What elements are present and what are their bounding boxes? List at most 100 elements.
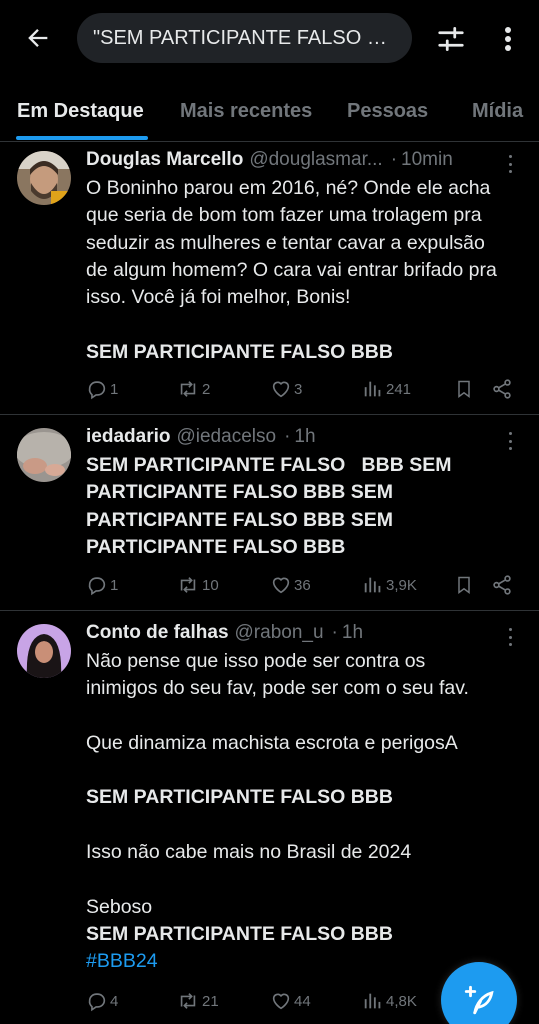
tweet-line: SEM PARTICIPANTE FALSO BBB SEM (86, 454, 452, 476)
like-button[interactable]: 36 (270, 571, 311, 599)
separator-dot: · (284, 426, 291, 447)
share-icon[interactable] (491, 571, 515, 599)
bookmark-icon[interactable] (454, 571, 476, 599)
tab-pessoas[interactable]: Pessoas (347, 100, 428, 123)
tweet-header: Douglas Marcello @douglasmar... · 10min (86, 149, 496, 171)
tweet-line (86, 757, 526, 784)
tab-midia[interactable]: Mídia (472, 100, 523, 123)
tweet-line: isso. Você já foi melhor, Bonis! (86, 286, 351, 309)
reply-button[interactable]: 1 (86, 375, 118, 403)
filter-icon[interactable] (434, 22, 468, 56)
tweet-line: seduzir as mulheres e tentar cavar a exp… (86, 231, 485, 254)
views-button[interactable]: 4,8K (362, 987, 417, 1015)
retweet-icon (180, 381, 196, 397)
tweet-line: PARTICIPANTE FALSO BBB SEM (86, 481, 393, 504)
back-arrow-icon[interactable] (22, 22, 54, 54)
tweet-more-icon[interactable] (507, 432, 513, 450)
like-button[interactable]: 44 (270, 987, 311, 1015)
bookmark-icon[interactable] (454, 375, 476, 403)
tweet-time[interactable]: 10min (401, 149, 453, 171)
reply-count: 1 (110, 576, 119, 594)
tweet-more-icon[interactable] (507, 155, 513, 173)
like-count: 3 (294, 380, 303, 398)
retweet-icon (180, 993, 196, 1009)
tweet-line (86, 812, 526, 839)
views-count: 241 (386, 380, 412, 398)
avatar[interactable] (17, 428, 71, 482)
search-bar[interactable] (77, 13, 412, 63)
views-icon (364, 993, 381, 1009)
tweet-header: iedadario @iedacelso · 1h (86, 426, 496, 448)
tweet-line (86, 703, 526, 730)
tweet[interactable]: iedadario @iedacelso · 1h SEM PARTICIPAN… (0, 416, 539, 611)
author-handle[interactable]: @rabon_u (235, 622, 324, 644)
tweet-line: que seria de bom tom fazer uma trolagem … (86, 204, 482, 227)
compose-icon (464, 985, 494, 1015)
avatar[interactable] (17, 624, 71, 678)
tweet-line: SEM PARTICIPANTE FALSO BBB (86, 922, 393, 945)
author-name[interactable]: Conto de falhas (86, 622, 229, 644)
tweet-line: inimigos do seu fav, pode ser com o seu … (86, 677, 469, 700)
top-bar (0, 0, 539, 78)
tweet-line: Isso não cabe mais no Brasil de 2024 (86, 841, 412, 864)
tweet-text: Não pense que isso pode ser contra os in… (86, 648, 526, 976)
tweet-line: Não pense que isso pode ser contra os (86, 650, 426, 672)
retweet-count: 10 (202, 576, 219, 594)
reply-button[interactable]: 1 (86, 571, 118, 599)
search-input[interactable] (93, 26, 393, 50)
tweet-line: Seboso (86, 895, 153, 918)
tweet-text: SEM PARTICIPANTE FALSO BBB SEM PARTICIPA… (86, 452, 526, 561)
retweet-button[interactable]: 21 (176, 987, 219, 1015)
tweet-line: de algum homem? O cara vai entrar brifad… (86, 258, 497, 281)
views-button[interactable]: 241 (362, 375, 411, 403)
tweet-line: PARTICIPANTE FALSO BBB SEM (86, 508, 393, 531)
tweet-text: O Boninho parou em 2016, né? Onde ele ac… (86, 175, 526, 366)
like-button[interactable]: 3 (270, 375, 302, 403)
like-icon (272, 993, 290, 1010)
retweet-icon (180, 577, 196, 593)
reply-icon (88, 993, 106, 1012)
tweet-line: Que dinamiza machista escrota e perigosA (86, 731, 458, 754)
retweet-count: 21 (202, 992, 219, 1010)
tab-mais-recentes[interactable]: Mais recentes (180, 100, 312, 123)
separator-dot: · (390, 149, 398, 170)
avatar[interactable] (17, 151, 71, 205)
tweet-header: Conto de falhas @rabon_u · 1h (86, 622, 496, 644)
tweet-actions: 1 2 3 241 (86, 375, 516, 403)
active-tab-indicator (16, 136, 148, 140)
share-icon[interactable] (491, 375, 515, 403)
views-button[interactable]: 3,9K (362, 571, 417, 599)
views-icon (364, 381, 381, 397)
reply-count: 1 (110, 380, 119, 398)
more-vertical-icon[interactable] (494, 22, 522, 56)
tweet-line: PARTICIPANTE FALSO BBB (86, 535, 346, 558)
tab-bar: Em Destaque Mais recentes Pessoas Mídia (0, 80, 539, 142)
tweet-time[interactable]: 1h (342, 622, 363, 644)
tweet[interactable]: Conto de falhas @rabon_u · 1h Não pense … (0, 612, 539, 1024)
tweet-more-icon[interactable] (507, 628, 513, 646)
views-icon (364, 577, 381, 593)
like-count: 44 (294, 992, 311, 1010)
author-handle[interactable]: @douglasmar... (249, 149, 382, 171)
author-name[interactable]: iedadario (86, 426, 170, 448)
like-icon (272, 577, 290, 594)
tweet-line: SEM PARTICIPANTE FALSO BBB (86, 786, 393, 809)
tweet[interactable]: Douglas Marcello @douglasmar... · 10min … (0, 143, 539, 415)
author-name[interactable]: Douglas Marcello (86, 149, 243, 171)
tweet-line: SEM PARTICIPANTE FALSO BBB (86, 340, 393, 363)
reply-icon (88, 577, 106, 596)
author-handle[interactable]: @iedacelso (176, 426, 276, 448)
tweet-actions: 1 10 36 3,9K (86, 571, 516, 599)
views-count: 3,9K (386, 576, 417, 594)
separator-dot: · (331, 622, 338, 643)
retweet-button[interactable]: 10 (176, 571, 219, 599)
tab-em-destaque[interactable]: Em Destaque (17, 100, 144, 123)
retweet-button[interactable]: 2 (176, 375, 210, 403)
tweet-line (86, 866, 526, 893)
reply-icon (88, 381, 106, 400)
like-icon (272, 381, 290, 398)
reply-count: 4 (110, 992, 119, 1010)
tweet-time[interactable]: 1h (294, 426, 315, 448)
tweet-line: O Boninho parou em 2016, né? Onde ele ac… (86, 177, 491, 199)
reply-button[interactable]: 4 (86, 987, 118, 1015)
